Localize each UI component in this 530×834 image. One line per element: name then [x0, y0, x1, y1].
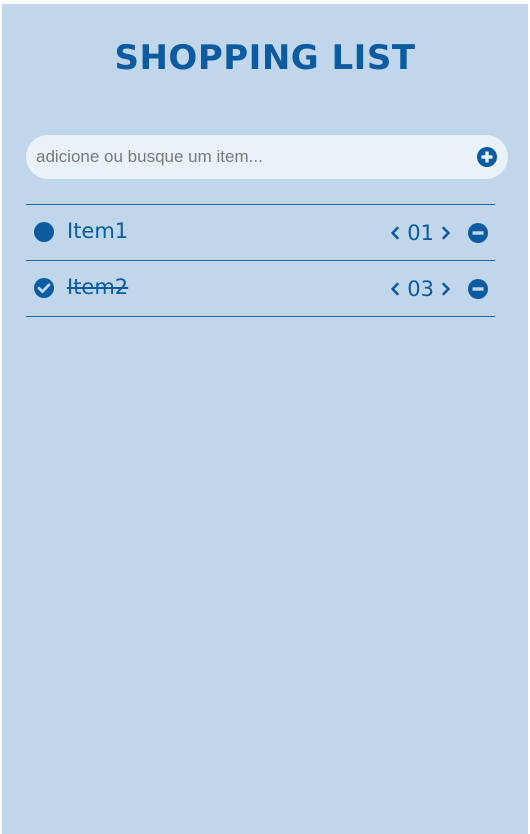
page-title: SHOPPING LIST	[114, 38, 416, 78]
list-item: Item1 01	[26, 205, 495, 261]
item-name: Item2	[67, 275, 129, 299]
app-frame: SHOPPING LIST Item1 01	[2, 4, 528, 834]
unchecked-circle-icon[interactable]	[33, 221, 55, 243]
item-name: Item1	[67, 219, 129, 243]
quantity-stepper: 01	[388, 220, 489, 246]
remove-item-icon[interactable]	[467, 278, 489, 300]
search-bar	[26, 135, 508, 179]
increase-chevron-icon[interactable]	[439, 222, 453, 244]
checked-circle-icon[interactable]	[33, 277, 55, 299]
decrease-chevron-icon[interactable]	[388, 222, 402, 244]
decrease-chevron-icon[interactable]	[388, 278, 402, 300]
quantity-value: 01	[407, 221, 434, 245]
quantity-stepper: 03	[388, 276, 489, 302]
quantity-value: 03	[407, 277, 434, 301]
list-item: Item2 03	[26, 261, 495, 317]
remove-item-icon[interactable]	[467, 222, 489, 244]
add-item-icon[interactable]	[476, 146, 498, 168]
search-input[interactable]	[36, 135, 466, 179]
item-list: Item1 01 Item2 03	[26, 204, 495, 317]
increase-chevron-icon[interactable]	[439, 278, 453, 300]
